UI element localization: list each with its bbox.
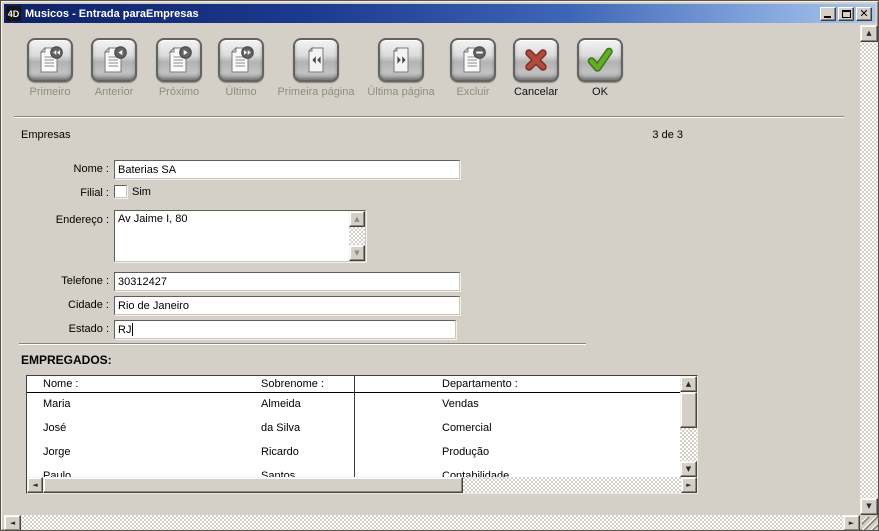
scroll-right-button[interactable]: ► — [681, 477, 697, 493]
form-separator — [19, 343, 586, 345]
column-divider — [354, 376, 355, 477]
text-caret — [132, 323, 133, 336]
employees-horizontal-scrollbar[interactable]: ◄ ► — [27, 477, 697, 493]
close-icon: ✕ — [857, 7, 871, 21]
toolbar-item-ok: OK — [540, 38, 660, 98]
maximize-button[interactable] — [838, 7, 854, 21]
column-header-nome: Nome : — [43, 378, 78, 390]
scroll-down-button[interactable]: ▼ — [860, 498, 878, 515]
app-icon: 4D — [6, 6, 21, 21]
scroll-left-button[interactable]: ◄ — [27, 477, 43, 493]
page-last-icon — [388, 45, 414, 75]
column-header-departamento: Departamento : — [442, 378, 518, 390]
estado-value: RJ — [118, 324, 131, 336]
scroll-right-button[interactable]: ► — [843, 515, 860, 531]
scroll-left-button[interactable]: ◄ — [4, 515, 21, 531]
estado-label: Estado : — [29, 323, 109, 335]
scroll-down-button[interactable]: ▼ — [680, 461, 697, 477]
toolbar-button-label: Último — [225, 86, 256, 98]
scrollbar-track[interactable] — [860, 25, 878, 515]
cell-departamento: Contabilidade — [442, 470, 509, 477]
cell-departamento: Comercial — [442, 422, 492, 434]
endereco-textarea[interactable]: Av Jaime I, 80 ▲ ▼ — [114, 210, 366, 262]
endereco-scroll-up-button[interactable]: ▲ — [349, 211, 365, 227]
section-label: Empresas — [21, 129, 71, 141]
ok-button[interactable] — [577, 38, 623, 82]
nome-input[interactable] — [114, 160, 460, 179]
record-counter: 3 de 3 — [598, 129, 683, 141]
window-vertical-scrollbar[interactable]: ▲ ▼ — [860, 25, 878, 515]
scrollbar-thumb[interactable] — [680, 392, 697, 428]
cidade-label: Cidade : — [29, 299, 109, 311]
scrollbar-thumb[interactable] — [43, 477, 463, 493]
telefone-input[interactable] — [114, 272, 460, 291]
app-window: 4D Musicos - Entrada paraEmpresas ✕ Prim… — [0, 0, 879, 531]
endereco-scrollbar[interactable]: ▲ ▼ — [349, 211, 365, 261]
column-header-sobrenome: Sobrenome : — [261, 378, 324, 390]
nome-label: Nome : — [29, 163, 109, 175]
scrollbar-track[interactable] — [4, 515, 860, 531]
estado-input[interactable]: RJ — [114, 320, 456, 339]
titlebar[interactable]: 4D Musicos - Entrada paraEmpresas ✕ — [4, 4, 875, 23]
window-horizontal-scrollbar[interactable]: ◄ ► — [4, 515, 860, 531]
endereco-scroll-down-button[interactable]: ▼ — [349, 245, 365, 261]
cell-departamento: Produção — [442, 446, 489, 458]
cell-nome: José — [43, 422, 66, 434]
close-button[interactable]: ✕ — [856, 7, 872, 21]
document-last-record-icon — [228, 45, 254, 75]
minimize-icon — [824, 16, 831, 18]
scroll-up-button[interactable]: ▲ — [860, 25, 878, 42]
first-page-button[interactable] — [293, 38, 339, 82]
cell-sobrenome: Almeida — [261, 398, 301, 410]
cidade-input[interactable] — [114, 296, 460, 315]
page-first-icon — [303, 45, 329, 75]
resize-grip[interactable] — [862, 517, 878, 531]
cell-nome: Maria — [43, 398, 71, 410]
toolbar-separator — [14, 116, 844, 118]
filial-checkbox-label: Sim — [132, 186, 151, 198]
toolbar-button-label: OK — [592, 86, 608, 98]
employees-table: Nome : Sobrenome : Departamento : Maria … — [26, 375, 698, 494]
cell-sobrenome: da Silva — [261, 422, 300, 434]
filial-label: Filial : — [29, 187, 109, 199]
telefone-label: Telefone : — [29, 275, 109, 287]
endereco-label: Endereço : — [29, 214, 109, 226]
scroll-up-button[interactable]: ▲ — [680, 376, 697, 392]
filial-checkbox[interactable] — [114, 185, 127, 198]
cell-departamento: Vendas — [442, 398, 479, 410]
endereco-value: Av Jaime I, 80 — [118, 213, 188, 225]
cell-sobrenome: Ricardo — [261, 446, 299, 458]
ok-check-icon — [585, 45, 615, 75]
maximize-icon — [842, 10, 851, 18]
cell-sobrenome: Santos — [261, 470, 295, 477]
minimize-button[interactable] — [820, 7, 836, 21]
cell-nome: Paulo — [43, 470, 71, 477]
employees-heading: EMPREGADOS: — [21, 353, 112, 367]
cell-nome: Jorge — [43, 446, 71, 458]
window-title: Musicos - Entrada paraEmpresas — [25, 8, 820, 20]
employees-vertical-scrollbar[interactable]: ▲ ▼ — [680, 376, 697, 477]
